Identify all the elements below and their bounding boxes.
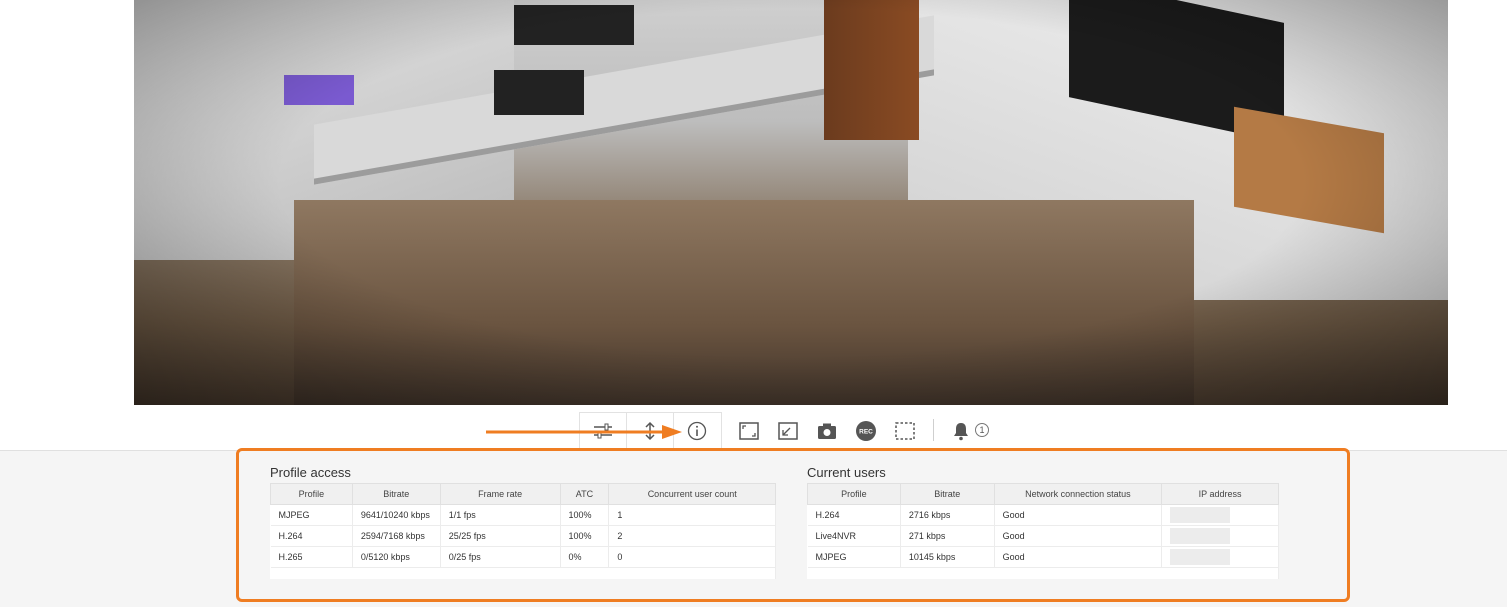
select-region-button[interactable] <box>894 420 916 442</box>
fit-screen-icon <box>778 422 798 440</box>
video-toolbar: REC 1 <box>0 408 1507 452</box>
info-icon <box>688 421 707 441</box>
fit-screen-button[interactable] <box>777 420 799 442</box>
fullscreen-icon <box>739 422 759 440</box>
notifications-button[interactable] <box>950 420 972 442</box>
toolbar-divider <box>933 419 934 441</box>
select-region-icon <box>895 422 915 440</box>
fullscreen-button[interactable] <box>738 420 760 442</box>
record-button[interactable]: REC <box>855 420 877 442</box>
record-icon: REC <box>856 421 876 441</box>
snapshot-button[interactable] <box>816 420 838 442</box>
svg-text:REC: REC <box>859 429 873 436</box>
annotation-arrow <box>486 425 682 439</box>
camera-snapshot-icon <box>818 423 836 439</box>
camera-live-view[interactable] <box>134 0 1448 405</box>
notification-count-badge: 1 <box>975 423 989 437</box>
bell-icon <box>954 423 968 441</box>
annotation-highlight-box <box>236 448 1350 602</box>
